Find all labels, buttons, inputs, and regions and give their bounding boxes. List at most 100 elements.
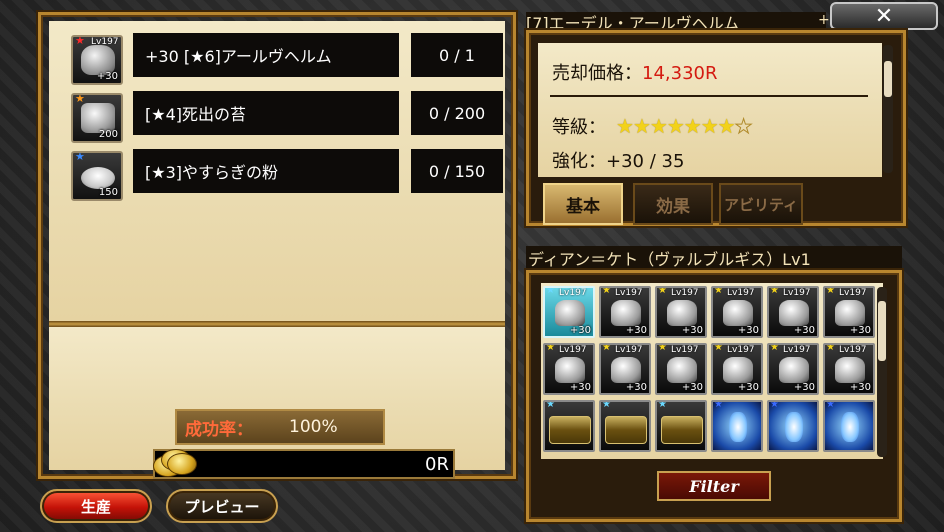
- preview-button[interactable]: プレビュー: [166, 489, 278, 523]
- item-level: Lv197: [615, 288, 643, 298]
- item-detail-panel: 売却価格：14,330R 等級： ★★★★★★★★ 強化：+30 / 35 基本…: [526, 30, 906, 226]
- inventory-slot[interactable]: ★: [543, 400, 595, 452]
- grade-star-icon: ★: [616, 114, 634, 138]
- item-level: Lv197: [615, 345, 643, 355]
- item-detail-content[interactable]: 売却価格：14,330R 等級： ★★★★★★★★ 強化：+30 / 35: [538, 43, 882, 177]
- treasure-chest-icon: [549, 416, 591, 444]
- grade: 等級： ★★★★★★★★: [552, 113, 753, 139]
- enhance-badge: +30: [569, 325, 591, 336]
- material-count: 0 / 1: [411, 33, 503, 77]
- detail-scrollbar[interactable]: [883, 45, 893, 173]
- rarity-star-icon: ★: [546, 286, 555, 296]
- grade-stars: ★★★★★★★★: [616, 114, 753, 139]
- crystal-icon: [785, 412, 803, 442]
- enhance-badge: +30: [849, 325, 871, 336]
- greaves-icon: [667, 357, 697, 383]
- grade-star-icon: ★: [666, 114, 685, 138]
- crafting-panel: ★ Lv197 +30 +30 [★6]アールヴヘルム 0 / 1 ★ 200 …: [38, 12, 516, 479]
- enhance-badge: +30: [681, 325, 703, 336]
- grade-star-icon: ★: [683, 114, 702, 138]
- rarity-star-icon: ★: [714, 343, 723, 353]
- materials-area: ★ Lv197 +30 +30 [★6]アールヴヘルム 0 / 1 ★ 200 …: [49, 21, 505, 321]
- item-level: Lv197: [839, 288, 867, 298]
- item-level: Lv197: [559, 345, 587, 355]
- item-level: Lv197: [91, 37, 119, 47]
- close-button[interactable]: ✕: [830, 2, 938, 30]
- item-level: Lv197: [783, 345, 811, 355]
- inventory-scrollbar[interactable]: [877, 287, 887, 457]
- inventory-slot[interactable]: ★ Lv197 +30: [599, 286, 651, 338]
- inventory-slot[interactable]: ★ Lv197 +30: [767, 286, 819, 338]
- enhance-badge: +30: [681, 382, 703, 393]
- rarity-star-icon: ★: [770, 400, 779, 410]
- rarity-star-icon: ★: [826, 400, 835, 410]
- rarity-star-icon: ★: [770, 343, 779, 353]
- helmet-icon: [779, 300, 809, 326]
- helmet-icon: [723, 357, 753, 383]
- treasure-chest-icon: [605, 416, 647, 444]
- produce-button[interactable]: 生産: [40, 489, 152, 523]
- powder-icon: ★ 150: [71, 151, 123, 201]
- tab-effect[interactable]: 効果: [633, 183, 713, 225]
- inventory-slot[interactable]: ★: [599, 400, 651, 452]
- inventory-slot[interactable]: ★: [711, 400, 763, 452]
- sell-price-label: 売却価格：: [552, 63, 642, 84]
- item-level: Lv197: [671, 345, 699, 355]
- material-row[interactable]: ★ 150 [★3]やすらぎの粉 0 / 150: [63, 149, 503, 201]
- inventory-slot[interactable]: ★ Lv197 +30: [711, 343, 763, 395]
- item-level: Lv197: [839, 345, 867, 355]
- tab-ability[interactable]: アビリティ: [719, 183, 803, 225]
- close-icon: ✕: [874, 3, 894, 29]
- filter-button[interactable]: Filter: [657, 471, 771, 501]
- item-level: Lv197: [727, 288, 755, 298]
- tab-basic[interactable]: 基本: [543, 183, 623, 225]
- material-count: 0 / 200: [411, 91, 503, 135]
- rarity-star-icon: ★: [770, 286, 779, 296]
- material-row[interactable]: ★ 200 [★4]死出の苔 0 / 200: [63, 91, 503, 143]
- greaves-icon: [835, 357, 865, 383]
- armor-icon: [611, 357, 641, 383]
- success-rate-label: 成功率：: [185, 419, 253, 440]
- inventory-slot[interactable]: ★ Lv197 +30: [767, 343, 819, 395]
- item-quantity: 150: [98, 187, 118, 198]
- inventory-slot[interactable]: ★ Lv197 +30: [711, 286, 763, 338]
- enhance-badge: +30: [737, 382, 759, 393]
- greaves-icon: [667, 300, 697, 326]
- item-quantity: +30: [96, 71, 118, 82]
- item-level: Lv197: [559, 288, 587, 298]
- result-area: 成功率： 100% 0R: [49, 327, 505, 479]
- enhance-badge: +30: [793, 382, 815, 393]
- inventory-slot[interactable]: ★ Lv197 +30: [823, 286, 875, 338]
- material-row[interactable]: ★ Lv197 +30 +30 [★6]アールヴヘルム 0 / 1: [63, 33, 503, 85]
- material-name: +30 [★6]アールヴヘルム: [133, 33, 399, 77]
- rarity-star-icon: ★: [602, 286, 611, 296]
- rarity-star-icon: ★: [658, 343, 667, 353]
- rarity-star-icon: ★: [602, 400, 611, 410]
- item-level: Lv197: [671, 288, 699, 298]
- inventory-slot[interactable]: ★: [655, 400, 707, 452]
- inventory-slot[interactable]: ★ Lv197 +30: [599, 343, 651, 395]
- inventory-slot[interactable]: ★ Lv197 +30: [655, 343, 707, 395]
- inventory-slot[interactable]: ★ Lv197 +30: [543, 286, 595, 338]
- enhance-level: 強化：+30 / 35: [552, 151, 685, 172]
- rarity-star-icon: ★: [602, 343, 611, 353]
- grade-star-icon: ★: [717, 114, 736, 138]
- coin-icon: [153, 445, 197, 479]
- title-suffix: +: [818, 12, 830, 28]
- rarity-star-icon: ★: [546, 343, 555, 353]
- inventory-slot[interactable]: ★ Lv197 +30: [655, 286, 707, 338]
- enhance-badge: +30: [737, 325, 759, 336]
- divider: [550, 95, 868, 97]
- item-level: Lv197: [783, 288, 811, 298]
- enhance-badge: +30: [793, 325, 815, 336]
- inventory-slot[interactable]: ★ Lv197 +30: [543, 343, 595, 395]
- rarity-star-icon: ★: [546, 400, 555, 410]
- inventory-slot[interactable]: ★: [823, 400, 875, 452]
- enhance-badge: +30: [625, 382, 647, 393]
- item-level: Lv197: [727, 345, 755, 355]
- inventory-slot[interactable]: ★ Lv197 +30: [823, 343, 875, 395]
- material-name: [★3]やすらぎの粉: [133, 149, 399, 193]
- material-name: [★4]死出の苔: [133, 91, 399, 135]
- helmet-icon: [779, 357, 809, 383]
- inventory-slot[interactable]: ★: [767, 400, 819, 452]
